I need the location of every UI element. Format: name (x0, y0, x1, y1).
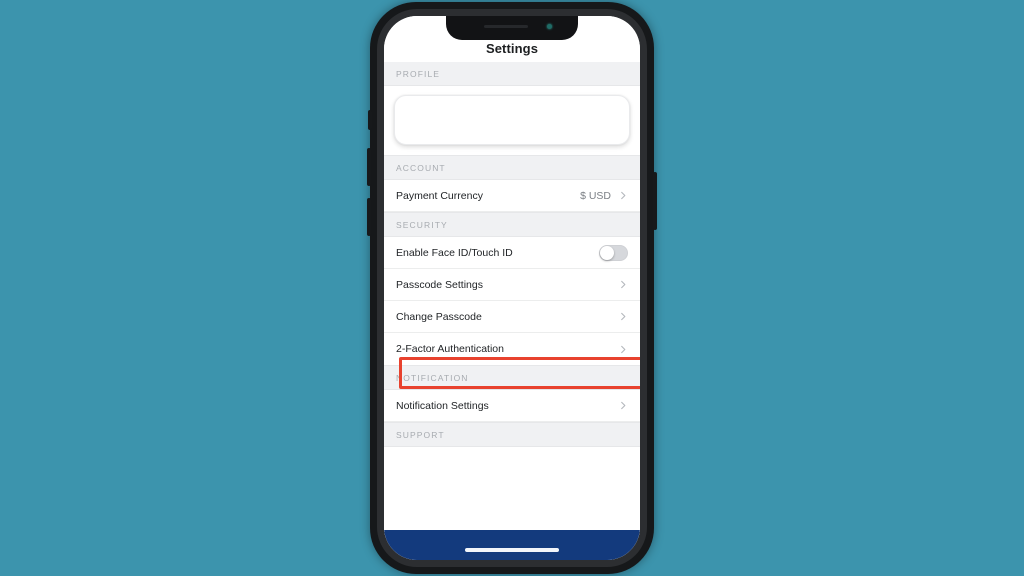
profile-section (384, 86, 640, 155)
chevron-right-icon (619, 280, 628, 289)
page-title: Settings (485, 41, 539, 56)
toggle-knob (600, 245, 614, 260)
notch (446, 16, 578, 40)
row-2-factor-authentication[interactable]: 2-Factor Authentication (384, 333, 640, 365)
row-change-passcode[interactable]: Change Passcode (384, 301, 640, 333)
chevron-right-icon (619, 401, 628, 410)
row-label: Payment Currency (396, 189, 483, 202)
section-header-notification: NOTIFICATION (384, 365, 640, 390)
row-value: $ USD (580, 189, 611, 202)
chevron-right-icon (619, 312, 628, 321)
volume-up-button[interactable] (367, 148, 371, 186)
section-header-security: SECURITY (384, 212, 640, 237)
row-passcode-settings[interactable]: Passcode Settings (384, 269, 640, 301)
settings-list[interactable]: PROFILE ACCOUNT Payment Currency $ USD S… (384, 62, 640, 560)
row-label: Notification Settings (396, 399, 489, 412)
toggle-switch-face-id[interactable] (599, 244, 628, 261)
section-header-profile: PROFILE (384, 62, 640, 86)
speaker-grille-icon (484, 25, 528, 28)
row-notification-settings[interactable]: Notification Settings (384, 390, 640, 422)
power-button[interactable] (653, 172, 657, 230)
section-header-account: ACCOUNT (384, 155, 640, 180)
row-enable-face-id-touch-id[interactable]: Enable Face ID/Touch ID (384, 237, 640, 269)
support-section-body (384, 447, 640, 537)
screenshot-canvas: Settings PROFILE ACCOUNT Payment Currenc… (0, 0, 1024, 576)
phone-device: Settings PROFILE ACCOUNT Payment Currenc… (367, 2, 657, 574)
row-label: Enable Face ID/Touch ID (396, 246, 513, 259)
home-indicator[interactable] (465, 548, 559, 552)
row-label: Change Passcode (396, 310, 482, 323)
row-label: 2-Factor Authentication (396, 343, 504, 355)
mute-switch-button[interactable] (368, 110, 372, 130)
row-label: Passcode Settings (396, 278, 483, 291)
section-header-support: SUPPORT (384, 422, 640, 447)
volume-down-button[interactable] (367, 198, 371, 236)
row-payment-currency[interactable]: Payment Currency $ USD (384, 180, 640, 212)
home-bar-area (384, 530, 640, 560)
front-camera-icon (547, 24, 552, 29)
phone-screen: Settings PROFILE ACCOUNT Payment Currenc… (384, 16, 640, 560)
chevron-right-icon (619, 345, 628, 354)
chevron-right-icon (619, 191, 628, 200)
profile-card[interactable] (394, 95, 630, 145)
